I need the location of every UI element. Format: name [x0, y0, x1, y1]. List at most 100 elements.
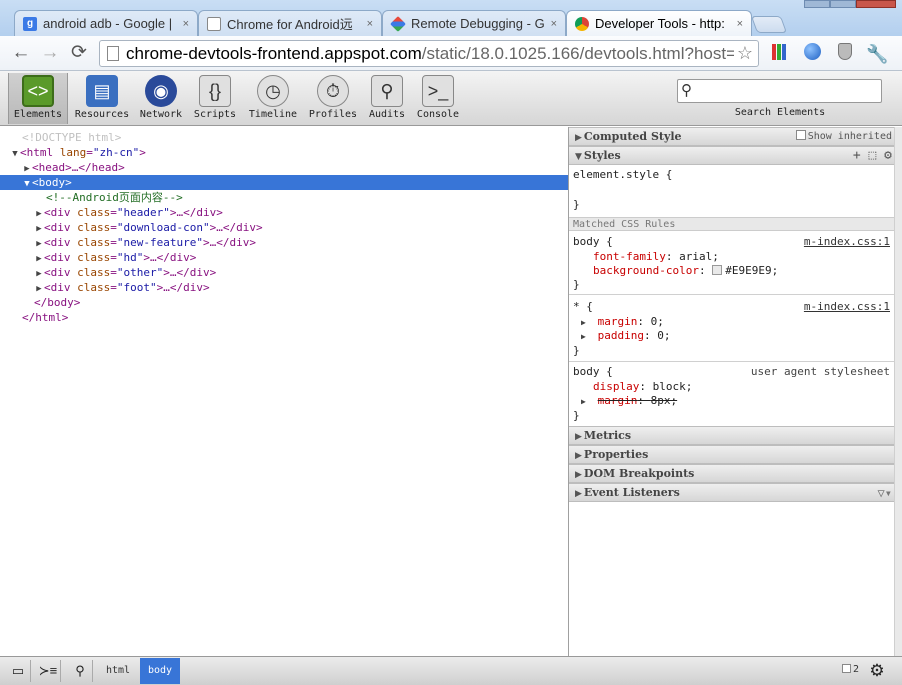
close-window-button[interactable] — [856, 0, 896, 8]
panel-tab-audits[interactable]: ⚲ Audits — [364, 73, 410, 124]
css-property[interactable]: font-family: arial; — [573, 249, 719, 264]
error-icon — [842, 664, 851, 673]
expand-property-icon: ▶ — [581, 332, 586, 341]
dom-node-head[interactable]: ▶ <head>…</head> — [0, 160, 568, 175]
dock-toggle-icon[interactable]: ▭ — [6, 660, 31, 682]
shield-extension-icon[interactable] — [834, 43, 856, 65]
dom-node-html[interactable]: ▼ <html lang="zh-cn"> — [0, 145, 568, 160]
dom-node-comment[interactable]: <!--Android页面内容--> — [0, 190, 568, 205]
tab-close-icon[interactable]: × — [367, 18, 373, 30]
breadcrumb-html[interactable]: html — [98, 658, 138, 684]
browser-tab-chrome-for-android[interactable]: Chrome for Android远 × — [198, 10, 382, 36]
chrome-icon — [575, 16, 589, 31]
maximize-button[interactable] — [830, 0, 856, 8]
rule-close: } — [573, 344, 580, 357]
page-icon — [207, 16, 221, 31]
inspect-element-icon[interactable]: ⚲ — [68, 660, 93, 682]
dom-node-html-close[interactable]: </html> — [0, 310, 568, 325]
color-swatch[interactable] — [712, 265, 723, 275]
css-property[interactable]: background-color: #E9E9E9; — [573, 263, 778, 278]
resources-icon: ▤ — [86, 75, 118, 107]
settings-gear-icon[interactable]: ⚙ — [866, 660, 888, 682]
dom-node-doctype[interactable]: <!DOCTYPE html> — [0, 130, 568, 145]
dom-node-div-foot[interactable]: ▶ <div class="foot">…</div> — [0, 280, 568, 295]
styles-pane-header[interactable]: ▼ Styles + ⬚ ⚙ — [569, 146, 894, 165]
error-count-badge[interactable]: 2 — [842, 664, 859, 675]
dom-node-div-header[interactable]: ▶ <div class="header">…</div> — [0, 205, 568, 220]
browser-tab-android-adb[interactable]: g android adb - Google | × — [14, 10, 198, 36]
new-tab-button[interactable] — [750, 16, 788, 33]
rule-selector[interactable]: body { — [573, 234, 613, 249]
books-extension-icon[interactable] — [768, 43, 790, 65]
browser-tab-developer-tools[interactable]: Developer Tools - http: × — [566, 10, 752, 36]
address-bar[interactable]: chrome-devtools-frontend.appspot.com/sta… — [99, 40, 759, 67]
filter-icon[interactable]: ▽▾ — [878, 484, 892, 502]
back-button[interactable]: ← — [9, 42, 33, 64]
rule-separator — [569, 361, 894, 362]
styles-settings-gear-icon[interactable]: ⚙ — [884, 148, 892, 163]
dom-node-div-hd[interactable]: ▶ <div class="hd">…</div> — [0, 250, 568, 265]
rule-selector[interactable]: * { — [573, 299, 593, 314]
minimize-button[interactable] — [804, 0, 830, 8]
browser-tab-remote-debugging[interactable]: Remote Debugging - G × — [382, 10, 566, 36]
devtools-status-bar: ▭ ≻≡ ⚲ html body 2 ⚙ — [0, 656, 902, 685]
rule-close: } — [573, 409, 580, 422]
rule-source-link[interactable]: m-index.css:1 — [804, 299, 890, 314]
tab-title: android adb - Google | — [43, 16, 173, 31]
rule-source-link[interactable]: m-index.css:1 — [804, 234, 890, 249]
globe-extension-icon[interactable] — [801, 43, 823, 65]
css-property[interactable]: display: block; — [573, 379, 692, 394]
dom-node-div-other[interactable]: ▶ <div class="other">…</div> — [0, 265, 568, 280]
reload-button[interactable]: ⟳ — [67, 42, 91, 64]
panel-label: Profiles — [308, 109, 358, 120]
css-property[interactable]: ▶ margin: 0; — [573, 314, 664, 329]
panel-tab-console[interactable]: >_ Console — [414, 73, 462, 124]
bookmark-star-icon[interactable]: ☆ — [734, 41, 756, 66]
forward-button[interactable]: → — [38, 42, 62, 64]
breadcrumb-body[interactable]: body — [140, 658, 181, 684]
wrench-icon[interactable]: 🔧 — [866, 43, 888, 65]
panel-label: Timeline — [248, 109, 298, 120]
tab-close-icon[interactable]: × — [183, 18, 189, 30]
rule-separator — [569, 294, 894, 295]
show-inherited-toggle[interactable]: Show inherited — [795, 128, 892, 146]
search-elements-input[interactable] — [677, 79, 882, 103]
dom-breakpoints-pane-header[interactable]: ▶ DOM Breakpoints — [569, 464, 894, 483]
panel-tab-scripts[interactable]: {} Scripts — [190, 73, 240, 124]
computed-style-pane-header[interactable]: ▶ Computed Style Show inherited — [569, 127, 894, 146]
window-controls — [804, 0, 896, 8]
dom-node-div-new-feature[interactable]: ▶ <div class="new-feature">…</div> — [0, 235, 568, 250]
element-state-icon[interactable]: ⬚ — [869, 148, 877, 163]
properties-pane-header[interactable]: ▶ Properties — [569, 445, 894, 464]
sidebar-scrollbar[interactable] — [894, 127, 902, 656]
scripts-icon: {} — [199, 75, 231, 107]
add-rule-icon[interactable]: + — [853, 148, 861, 163]
google-code-icon — [390, 15, 406, 32]
collapse-triangle-icon: ▶ — [575, 470, 582, 480]
search-elements-label: Search Elements — [734, 107, 826, 118]
dom-node-div-download-con[interactable]: ▶ <div class="download-con">…</div> — [0, 220, 568, 235]
expand-property-icon: ▶ — [581, 397, 586, 406]
panel-tab-timeline[interactable]: ◷ Timeline — [244, 73, 302, 124]
panel-tab-profiles[interactable]: ⏱ Profiles — [306, 73, 360, 124]
tab-close-icon[interactable]: × — [551, 18, 557, 30]
css-property-overridden[interactable]: ▶ margin: 8px; — [573, 393, 677, 408]
tab-title: Remote Debugging - G — [411, 16, 545, 31]
panel-tab-resources[interactable]: ▤ Resources — [72, 73, 132, 124]
dom-node-body-selected[interactable]: ▼ <body> — [0, 175, 568, 190]
event-listeners-pane-header[interactable]: ▶ Event Listeners ▽▾ — [569, 483, 894, 502]
tab-close-icon[interactable]: × — [737, 18, 743, 30]
css-property[interactable]: ▶ padding: 0; — [573, 328, 670, 343]
browser-toolbar: ← → ⟳ chrome-devtools-frontend.appspot.c… — [0, 36, 902, 71]
element-style-selector[interactable]: element.style { — [573, 167, 672, 182]
panel-tab-network[interactable]: ◉ Network — [136, 73, 186, 124]
audits-icon: ⚲ — [371, 75, 403, 107]
console-drawer-icon[interactable]: ≻≡ — [36, 660, 61, 682]
dom-node-body-close[interactable]: </body> — [0, 295, 568, 310]
show-inherited-checkbox[interactable] — [795, 130, 806, 140]
panel-tab-elements[interactable]: <> Elements — [8, 73, 68, 124]
rule-selector[interactable]: body { — [573, 364, 613, 379]
elements-icon: <> — [22, 75, 54, 107]
url-path: /static/18.0.1025.166/devtools.html?host… — [421, 44, 740, 63]
metrics-pane-header[interactable]: ▶ Metrics — [569, 426, 894, 445]
